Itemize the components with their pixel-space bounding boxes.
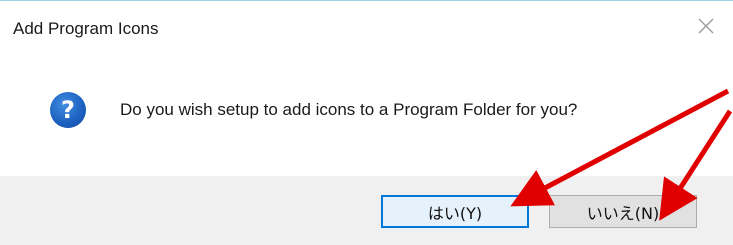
dialog-title: Add Program Icons [13,19,159,38]
question-icon: ? [50,92,86,128]
add-program-icons-dialog: Add Program Icons ? Do you wish setup to… [0,0,733,245]
close-icon [698,18,714,34]
close-button[interactable] [693,13,719,39]
message-row: ? Do you wish setup to add icons to a Pr… [50,92,577,128]
yes-button[interactable]: はい(Y) [381,195,529,228]
no-button[interactable]: いいえ(N) [549,195,697,228]
dialog-message: Do you wish setup to add icons to a Prog… [120,100,578,119]
